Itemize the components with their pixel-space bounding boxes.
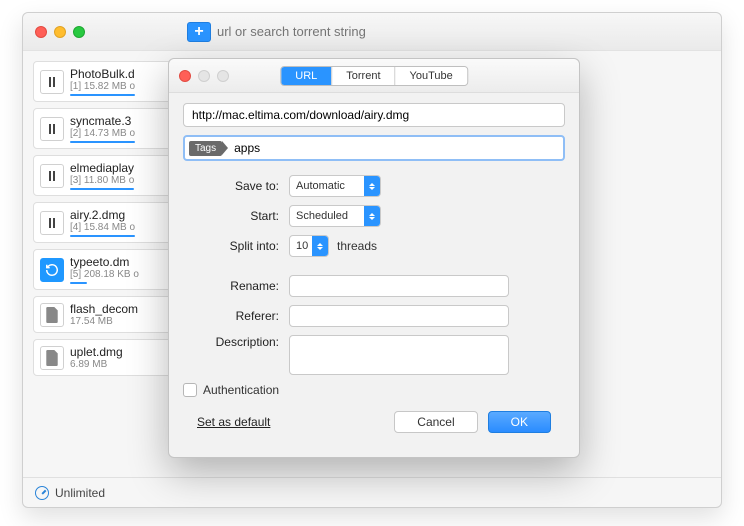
split-value: 10 [296,240,308,252]
file-icon [40,303,64,327]
split-label: Split into: [183,239,279,253]
dialog-window-controls [179,70,229,82]
search-bar: + [187,21,557,43]
progress-bar [70,235,135,237]
item-body: syncmate.3 [2] 14.73 MB o [70,114,135,143]
list-item[interactable]: uplet.dmg 6.89 MB [33,339,173,376]
progress-bar [70,94,135,96]
list-item[interactable]: airy.2.dmg [4] 15.84 MB o [33,202,173,243]
item-body: flash_decom 17.54 MB [70,302,138,327]
item-subtitle: [2] 14.73 MB o [70,128,135,139]
rename-input[interactable] [289,275,509,297]
list-item[interactable]: typeeto.dm [5] 208.18 KB o [33,249,173,290]
source-tabs: URL Torrent YouTube [280,66,468,86]
item-title: uplet.dmg [70,345,123,359]
save-to-value: Automatic [296,180,345,192]
tags-input[interactable] [234,141,559,155]
referer-label: Referer: [183,309,279,323]
description-input[interactable] [289,335,509,375]
close-icon[interactable] [35,26,47,38]
speed-label: Unlimited [55,486,105,500]
dialog-footer: Set as default Cancel OK [183,411,565,433]
set-default-link[interactable]: Set as default [197,415,270,429]
chevron-updown-icon [364,206,380,226]
pause-icon[interactable] [40,164,64,188]
pause-icon[interactable] [40,117,64,141]
item-subtitle: [3] 11.80 MB o [70,175,134,186]
list-item[interactable]: elmediaplay [3] 11.80 MB o [33,155,173,196]
item-title: airy.2.dmg [70,208,135,222]
add-button[interactable]: + [187,22,211,42]
checkbox-icon[interactable] [183,383,197,397]
list-item[interactable]: flash_decom 17.54 MB [33,296,173,333]
status-bar: Unlimited [23,477,721,507]
progress-bar [70,188,134,190]
save-to-select[interactable]: Automatic [289,175,381,197]
window-controls [35,26,85,38]
list-item[interactable]: syncmate.3 [2] 14.73 MB o [33,108,173,149]
rename-label: Rename: [183,279,279,293]
auth-checkbox[interactable]: Authentication [183,383,565,397]
pause-icon[interactable] [40,70,64,94]
dialog-titlebar: URL Torrent YouTube [169,59,579,93]
progress-bar [70,282,87,284]
item-body: PhotoBulk.d [1] 15.82 MB o [70,67,135,96]
pause-icon[interactable] [40,211,64,235]
item-title: flash_decom [70,302,138,316]
item-body: elmediaplay [3] 11.80 MB o [70,161,134,190]
chevron-updown-icon [312,236,328,256]
minimize-icon[interactable] [54,26,66,38]
cancel-button[interactable]: Cancel [394,411,477,433]
close-icon[interactable] [179,70,191,82]
progress-bar [70,141,135,143]
item-title: typeeto.dm [70,255,139,269]
url-input[interactable] [183,103,565,127]
tags-field[interactable]: Tags [183,135,565,161]
add-url-dialog: URL Torrent YouTube Tags Save to: Automa… [168,58,580,458]
retry-icon[interactable] [40,258,64,282]
threads-label: threads [337,239,377,253]
tab-youtube[interactable]: YouTube [395,67,467,85]
referer-input[interactable] [289,305,509,327]
dialog-body: Tags Save to: Automatic Start: Scheduled… [169,93,579,443]
search-input[interactable] [217,21,557,43]
item-body: typeeto.dm [5] 208.18 KB o [70,255,139,284]
item-title: elmediaplay [70,161,134,175]
zoom-icon [217,70,229,82]
description-label: Description: [183,335,279,349]
item-subtitle: [1] 15.82 MB o [70,81,135,92]
auth-label: Authentication [203,383,279,397]
start-value: Scheduled [296,210,348,222]
tags-chip-icon: Tags [189,141,222,156]
tab-torrent[interactable]: Torrent [331,67,394,85]
item-subtitle: 17.54 MB [70,316,138,327]
main-titlebar: + [23,13,721,51]
item-title: PhotoBulk.d [70,67,135,81]
item-subtitle: [5] 208.18 KB o [70,269,139,280]
item-body: airy.2.dmg [4] 15.84 MB o [70,208,135,237]
ok-button[interactable]: OK [488,411,551,433]
start-label: Start: [183,209,279,223]
chevron-updown-icon [364,176,380,196]
list-item[interactable]: PhotoBulk.d [1] 15.82 MB o [33,61,173,102]
minimize-icon [198,70,210,82]
start-select[interactable]: Scheduled [289,205,381,227]
item-body: uplet.dmg 6.89 MB [70,345,123,370]
item-subtitle: [4] 15.84 MB o [70,222,135,233]
tab-url[interactable]: URL [281,67,331,85]
item-subtitle: 6.89 MB [70,359,123,370]
downloads-list: PhotoBulk.d [1] 15.82 MB o syncmate.3 [2… [23,51,173,477]
split-select[interactable]: 10 [289,235,329,257]
speed-gauge-icon[interactable] [35,486,49,500]
file-icon [40,346,64,370]
zoom-icon[interactable] [73,26,85,38]
save-to-label: Save to: [183,179,279,193]
item-title: syncmate.3 [70,114,135,128]
